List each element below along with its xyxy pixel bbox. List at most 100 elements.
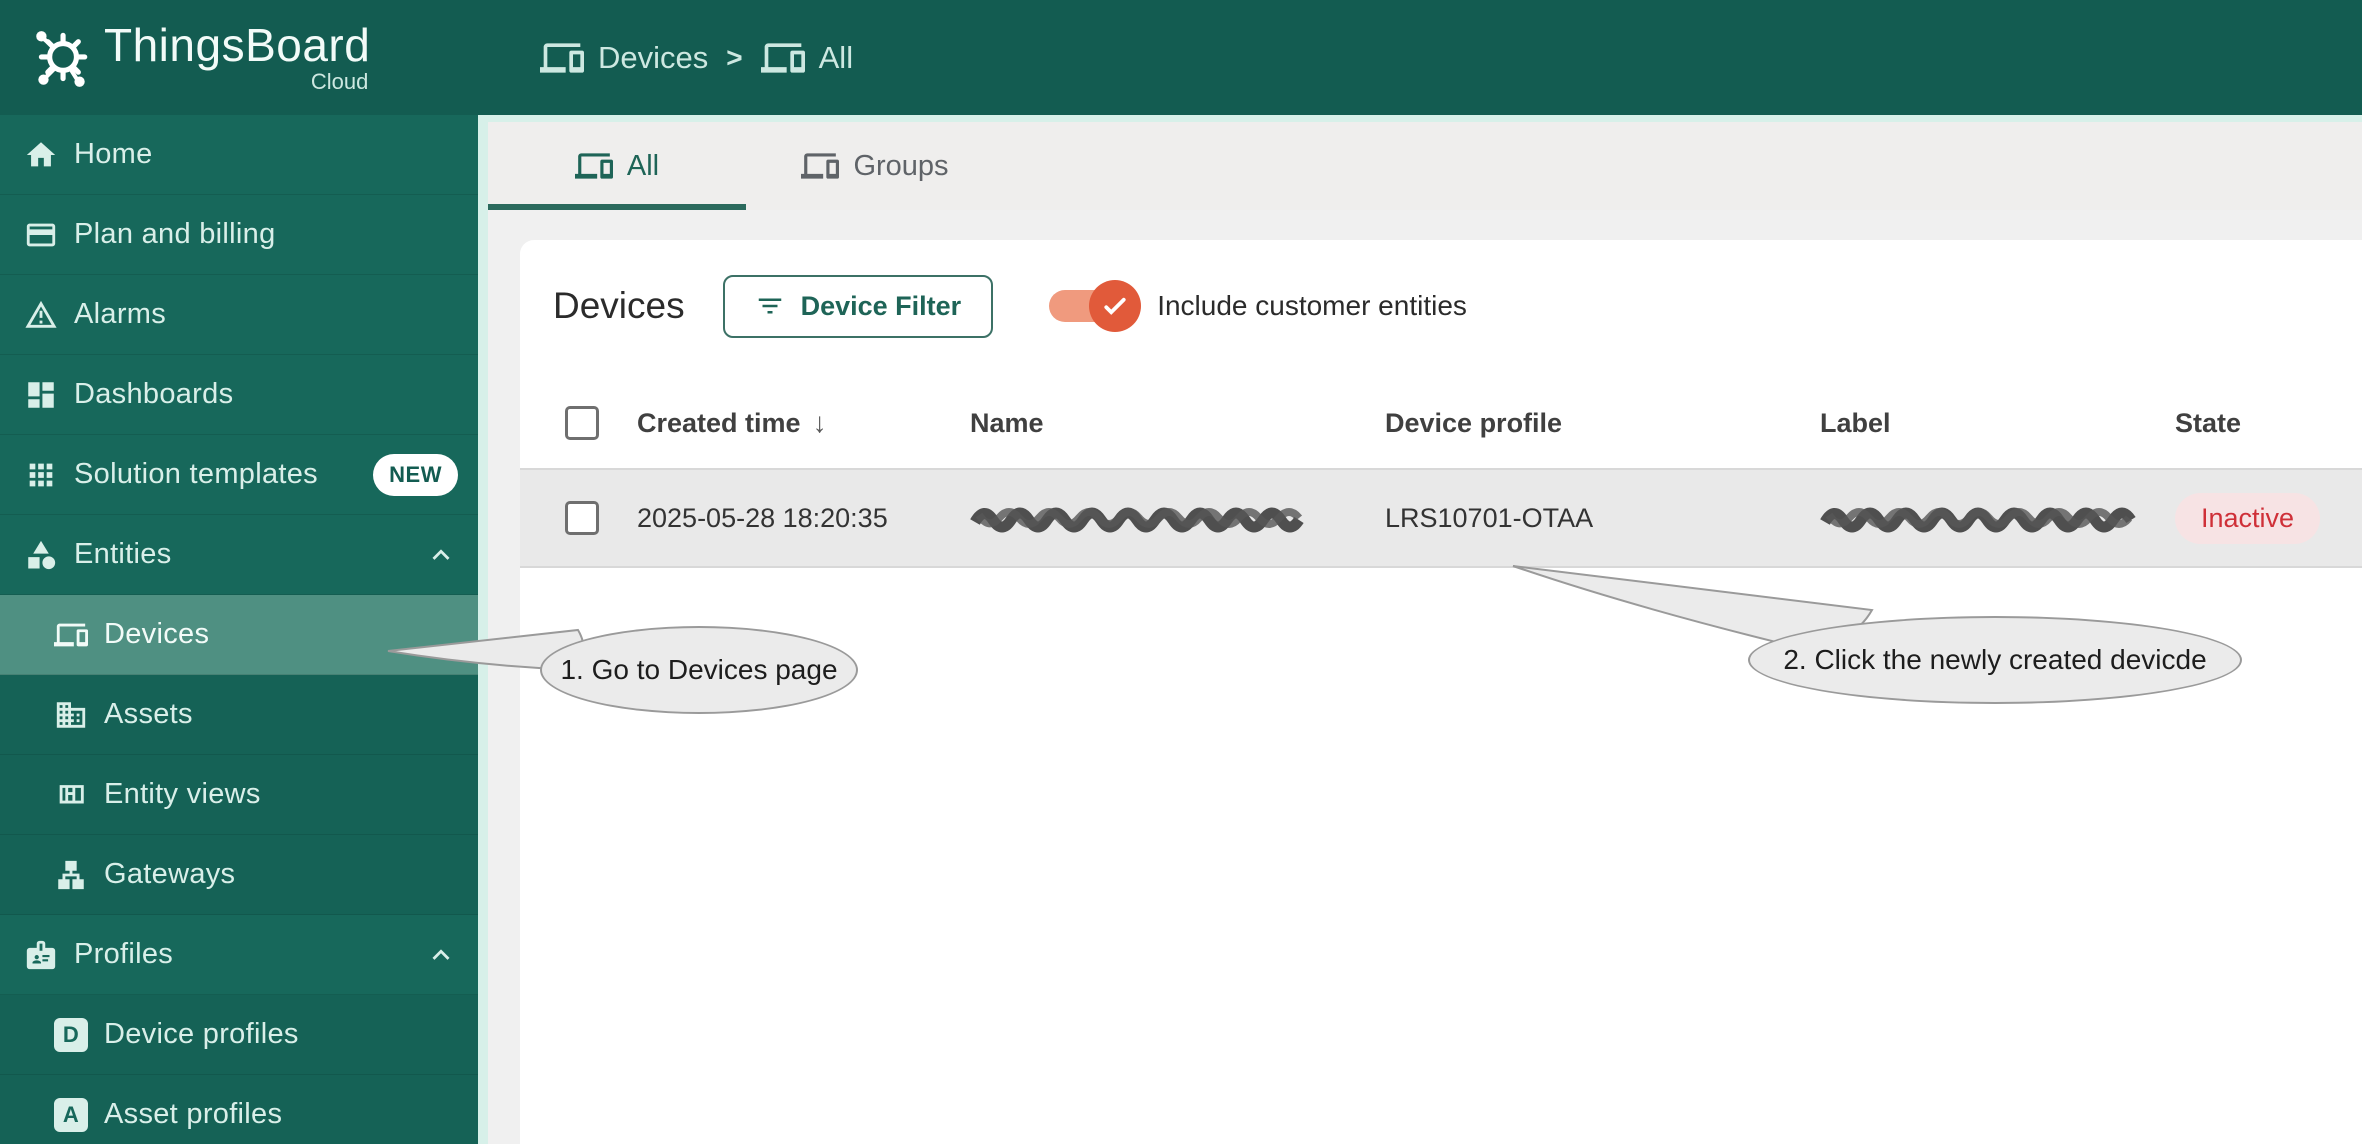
chevron-up-icon[interactable] [424,538,458,572]
cell-device-profile: LRS10701-OTAA [1385,502,1594,533]
column-label: Device profile [1385,407,1563,438]
logo-title: ThingsBoard [104,19,371,72]
sidebar-item-asset-profiles[interactable]: A Asset profiles [0,1075,478,1144]
sidebar-item-label: Alarms [74,298,167,330]
entities-subgroup: Devices Assets Entity views Gateways [0,595,478,915]
sidebar-item-label: Devices [104,618,210,650]
page-title: Devices [553,285,685,326]
toggle-label: Include customer entities [1157,290,1467,321]
thingsboard-logo[interactable]: ThingsBoard Cloud [28,20,370,95]
id-badge-icon [26,940,56,969]
profiles-subgroup: D Device profiles A Asset profiles [0,995,478,1144]
devices-icon [574,153,613,179]
breadcrumb: Devices > All [540,0,853,115]
column-label: State [2175,407,2242,438]
lan-tree-icon [58,860,84,889]
devices-icon [540,42,584,73]
devices-icon [801,153,840,179]
select-all-checkbox[interactable] [565,406,599,440]
sidebar-item-entity-views[interactable]: Entity views [0,755,478,835]
logo-subtitle: Cloud [310,68,369,94]
entity-tabbar: All Groups [488,122,2362,210]
device-filter-button[interactable]: Device Filter [722,274,994,338]
callout-text: 1. Go to Devices page [560,654,838,685]
cell-label-redacted [1820,500,2175,536]
cell-created-time: 2025-05-28 18:20:35 [637,502,888,533]
asset-profile-letter-icon: A [54,1097,88,1132]
breadcrumb-item-all[interactable]: All [760,36,854,80]
tab-label: All [626,149,660,182]
warning-triangle-icon [25,300,57,328]
apps-grid-icon [29,463,53,486]
sidebar-item-label: Solution templates [74,458,318,490]
sidebar-item-label: Profiles [74,938,174,970]
category-shapes-icon [28,540,56,569]
sidebar-item-label: Gateways [104,858,236,890]
column-header-name[interactable]: Name [970,408,1385,439]
include-customer-entities-toggle[interactable] [1049,280,1142,332]
devices-toolbar: Devices Device Filter Include customer e… [520,270,2362,342]
sidebar-item-gateways[interactable]: Gateways [0,835,478,915]
view-quilt-icon [59,784,84,803]
sidebar-item-solution-templates[interactable]: Solution templates NEW [0,435,478,515]
table-header-row: Created time ↓ Name Device profile Label… [520,378,2362,468]
device-profile-letter-icon: D [54,1017,88,1052]
home-icon [26,141,56,166]
sidebar-item-label: Entities [74,538,172,570]
column-header-created-time[interactable]: Created time ↓ [637,407,970,439]
sidebar-item-device-profiles[interactable]: D Device profiles [0,995,478,1075]
sidebar-item-profiles[interactable]: Profiles [0,915,478,995]
tab-all[interactable]: All [488,122,746,210]
sidebar-nav: Home Plan and billing Alarms Dashboards … [0,115,478,1144]
column-header-state[interactable]: State [2175,408,2362,439]
chevron-up-icon[interactable] [424,938,458,972]
column-label: Name [970,407,1044,438]
breadcrumb-item-devices[interactable]: Devices [540,36,708,80]
breadcrumb-label: Devices [598,39,709,75]
column-header-label[interactable]: Label [1820,408,2175,439]
devices-icon [760,42,805,73]
sidebar-item-label: Plan and billing [74,218,276,250]
logo-text: ThingsBoard Cloud [104,20,370,95]
tab-label: Groups [853,149,949,182]
filter-icon [758,298,781,314]
callout-text: 2. Click the newly created devicde [1783,644,2207,675]
new-badge: NEW [373,453,458,496]
device-filter-button-label: Device Filter [800,290,962,321]
callout-bubble-1: 1. Go to Devices page [540,626,858,714]
callout-bubble-2: 2. Click the newly created devicde [1748,616,2242,704]
column-label: Created time [637,407,801,438]
dashboard-icon [28,381,54,408]
include-customer-entities-toggle-wrap: Include customer entities [1049,280,1467,332]
active-tab-indicator [488,204,746,210]
thingsboard-app: ThingsBoard Cloud Devices > All Home Pla… [0,0,2362,1144]
sidebar-item-entities[interactable]: Entities [0,515,478,595]
sidebar-item-dashboards[interactable]: Dashboards [0,355,478,435]
devices-icon [54,623,88,646]
credit-card-icon [26,223,56,246]
sidebar-item-plan-and-billing[interactable]: Plan and billing [0,195,478,275]
sidebar-item-assets[interactable]: Assets [0,675,478,755]
cell-state: Inactive [2175,492,2362,544]
sidebar-item-label: Dashboards [74,378,234,410]
sidebar-item-alarms[interactable]: Alarms [0,275,478,355]
check-icon [1104,297,1126,315]
toggle-thumb [1089,280,1142,332]
top-header-bar: ThingsBoard Cloud Devices > All [0,0,2362,115]
column-header-device-profile[interactable]: Device profile [1385,408,1820,439]
gear-logo-icon [36,31,88,88]
building-icon [56,701,86,728]
row-checkbox[interactable] [565,501,599,535]
sidebar-item-home[interactable]: Home [0,115,478,195]
devices-table: Created time ↓ Name Device profile Label… [520,378,2362,568]
breadcrumb-label: All [818,39,854,75]
cell-name-redacted [970,500,1385,536]
sidebar-item-devices[interactable]: Devices [0,595,478,675]
sidebar-item-label: Asset profiles [104,1098,283,1130]
table-row[interactable]: 2025-05-28 18:20:35 LRS10701-OTAA Inacti… [520,468,2362,568]
redacted-scribble [1820,507,2136,533]
column-label: Label [1820,407,1891,438]
breadcrumb-separator: > [726,41,743,73]
tab-groups[interactable]: Groups [746,122,1004,210]
sort-desc-icon: ↓ [812,407,827,438]
